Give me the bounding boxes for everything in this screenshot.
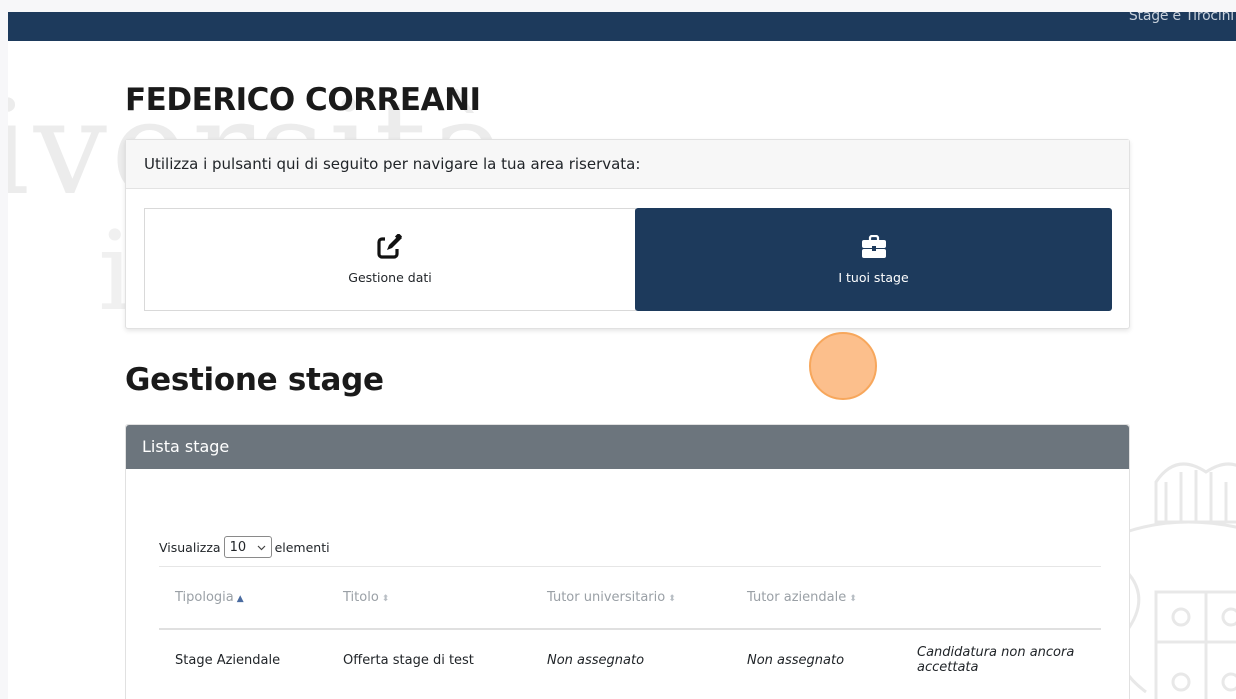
list-header: Lista stage bbox=[126, 425, 1129, 469]
sort-both-icon: ⬍ bbox=[849, 593, 857, 604]
column-header-titolo[interactable]: Titolo ⬍ bbox=[327, 566, 531, 630]
page-length-value: 10 bbox=[229, 539, 247, 555]
sort-asc-icon: ▲ bbox=[236, 593, 244, 604]
crest-watermark-icon bbox=[1116, 462, 1236, 699]
length-prefix: Visualizza bbox=[159, 539, 221, 555]
stage-list-card: Lista stage Visualizza 10 elementi Tipol… bbox=[125, 424, 1130, 699]
user-name-heading: FEDERICO CORREANI bbox=[125, 82, 481, 118]
column-header-tutor-aziendale[interactable]: Tutor aziendale ⬍ bbox=[731, 566, 901, 630]
gestione-dati-label: Gestione dati bbox=[348, 270, 432, 285]
page: iversità ic Stage e Tirocini FEDERICO CO… bbox=[8, 12, 1236, 699]
briefcase-icon bbox=[861, 234, 887, 260]
cell-tutor-aziendale: Non assegnato bbox=[747, 652, 845, 668]
page-length-select[interactable]: 10 bbox=[223, 536, 272, 558]
sort-both-icon: ⬍ bbox=[381, 593, 390, 604]
navigation-card: Utilizza i pulsanti qui di seguito per n… bbox=[125, 139, 1130, 329]
section-title: Gestione stage bbox=[125, 362, 384, 398]
cell-tutor-universitario: Non assegnato bbox=[547, 652, 645, 668]
column-header-tipologia[interactable]: Tipologia ▲ bbox=[159, 566, 327, 630]
cell-tipologia: Stage Aziendale bbox=[175, 652, 281, 668]
cell-stato: Candidatura non ancora accettata bbox=[917, 645, 1075, 675]
sort-both-icon: ⬍ bbox=[668, 593, 676, 604]
cell-titolo: Offerta stage di test bbox=[343, 652, 474, 668]
gestione-dati-button[interactable]: Gestione dati bbox=[144, 208, 636, 311]
edit-icon bbox=[376, 234, 404, 260]
table-header-row: Tipologia ▲ Titolo ⬍ Tutor universitario ⬍ … bbox=[159, 566, 1101, 630]
navigation-instructions: Utilizza i pulsanti qui di seguito per n… bbox=[126, 140, 1129, 189]
i-tuoi-stage-button[interactable]: I tuoi stage bbox=[635, 208, 1112, 311]
column-header-tutor-universitario[interactable]: Tutor universitario ⬍ bbox=[531, 566, 731, 630]
page-length-control: Visualizza 10 elementi bbox=[159, 536, 330, 558]
table-row[interactable]: Stage Aziendale Offerta stage di test No… bbox=[159, 629, 1101, 691]
column-header-stato bbox=[901, 566, 1101, 630]
click-indicator bbox=[809, 332, 877, 400]
topbar-link-stage-tirocini[interactable]: Stage e Tirocini bbox=[1129, 12, 1234, 24]
chevron-down-icon bbox=[257, 540, 266, 555]
i-tuoi-stage-label: I tuoi stage bbox=[838, 270, 909, 285]
stage-table: Tipologia ▲ Titolo ⬍ Tutor universitario ⬍ … bbox=[159, 566, 1101, 691]
top-navbar: Stage e Tirocini bbox=[8, 12, 1236, 41]
length-suffix: elementi bbox=[274, 539, 330, 555]
